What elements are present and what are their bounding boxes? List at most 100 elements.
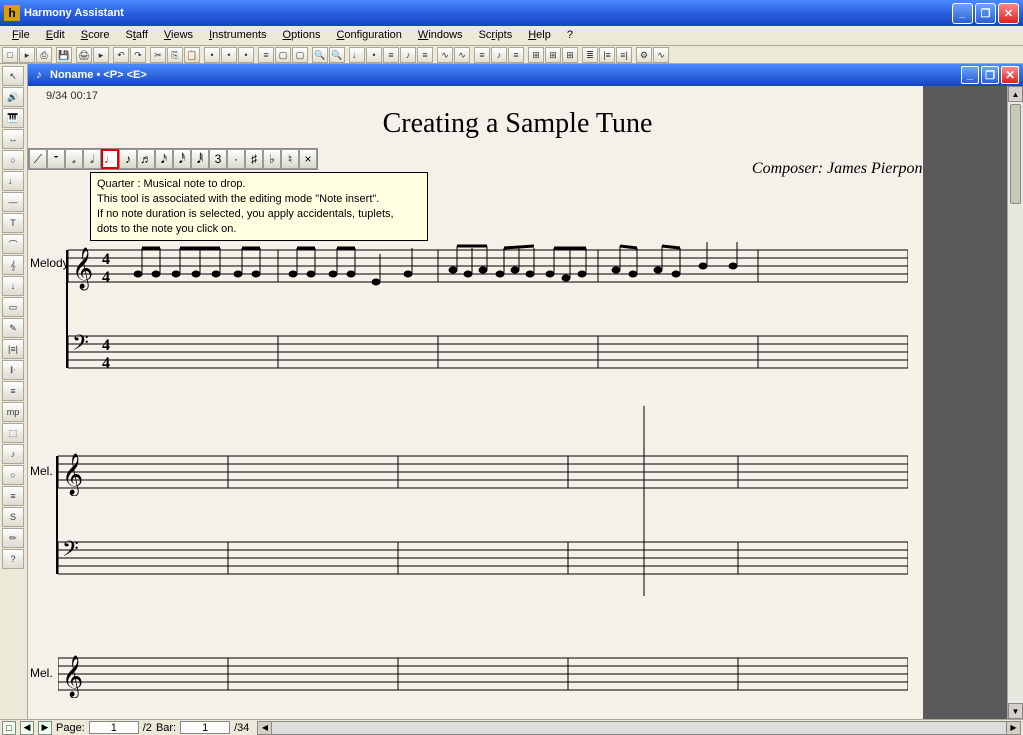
toolbar-button[interactable]: ♩ <box>349 47 365 63</box>
toolbar-button[interactable]: ⊞ <box>545 47 561 63</box>
sidebar-tool-button[interactable]: ▭ <box>2 297 24 317</box>
sidebar-tool-button[interactable]: ○ <box>2 465 24 485</box>
toolbar-button[interactable]: • <box>366 47 382 63</box>
toolbar-button[interactable]: 🔍 <box>329 47 345 63</box>
toolbar-button[interactable]: 🔍 <box>312 47 328 63</box>
staff-system2-treble[interactable]: 𝄞 <box>58 448 908 496</box>
toolbar-button[interactable]: ≡| <box>616 47 632 63</box>
sidebar-tool-button[interactable]: |≡| <box>2 339 24 359</box>
menu-views[interactable]: Views <box>156 28 201 43</box>
toolbar-button[interactable]: ⎙ <box>36 47 52 63</box>
sidebar-tool-button[interactable]: ↓ <box>2 276 24 296</box>
vertical-scrollbar[interactable]: ▲ ▼ <box>1007 86 1023 719</box>
menu-question[interactable]: ? <box>559 28 581 43</box>
menu-configuration[interactable]: Configuration <box>328 28 409 43</box>
sidebar-tool-button[interactable]: 🔊 <box>2 87 24 107</box>
toolbar-button[interactable]: ∿ <box>454 47 470 63</box>
status-prev-icon[interactable]: ◀ <box>20 721 34 735</box>
menu-help[interactable]: Help <box>520 28 559 43</box>
toolbar-button[interactable]: 💾 <box>56 47 72 63</box>
toolbar-button[interactable]: ⊞ <box>528 47 544 63</box>
score-page[interactable]: 9/34 00:17 Creating a Sample Tune Compos… <box>28 86 1007 719</box>
toolbar-button[interactable]: ≡ <box>508 47 524 63</box>
doc-maximize-button[interactable]: ❐ <box>981 66 999 84</box>
sidebar-tool-button[interactable]: ♪ <box>2 444 24 464</box>
toolbar-button[interactable]: 🖨 <box>76 47 92 63</box>
note-duration-button[interactable]: ♪ <box>119 149 137 169</box>
toolbar-button[interactable]: ↶ <box>113 47 129 63</box>
note-duration-button[interactable]: 𝅘𝅥𝅱 <box>191 149 209 169</box>
menu-scripts[interactable]: Scripts <box>471 28 521 43</box>
toolbar-button[interactable]: ≡ <box>383 47 399 63</box>
staff-system2-bass[interactable]: 𝄢 <box>58 534 908 582</box>
toolbar-button[interactable]: • <box>221 47 237 63</box>
sidebar-tool-button[interactable]: S <box>2 507 24 527</box>
toolbar-button[interactable]: □ <box>2 47 18 63</box>
sidebar-tool-button[interactable]: ✎ <box>2 318 24 338</box>
sidebar-tool-button[interactable]: 𝄞 <box>2 255 24 275</box>
menu-file[interactable]: File <box>4 28 38 43</box>
toolbar-button[interactable]: ∿ <box>437 47 453 63</box>
toolbar-button[interactable]: ∿ <box>653 47 669 63</box>
sidebar-tool-button[interactable]: ↔ <box>2 129 24 149</box>
toolbar-button[interactable]: ♪ <box>491 47 507 63</box>
sidebar-tool-button[interactable]: — <box>2 192 24 212</box>
toolbar-button[interactable]: • <box>238 47 254 63</box>
toolbar-button[interactable]: ≣ <box>582 47 598 63</box>
toolbar-button[interactable]: ≡ <box>474 47 490 63</box>
sidebar-tool-button[interactable]: 🎹 <box>2 108 24 128</box>
menu-windows[interactable]: Windows <box>410 28 471 43</box>
note-duration-button[interactable]: ♬ <box>137 149 155 169</box>
menu-score[interactable]: Score <box>73 28 118 43</box>
bar-input[interactable] <box>180 721 230 734</box>
sidebar-tool-button[interactable]: mp <box>2 402 24 422</box>
note-duration-button[interactable]: 𝅘𝅥𝅰 <box>173 149 191 169</box>
close-button[interactable]: ✕ <box>998 3 1019 24</box>
note-duration-button[interactable]: 𝄻 <box>47 149 65 169</box>
page-input[interactable] <box>89 721 139 734</box>
scroll-up-icon[interactable]: ▲ <box>1008 86 1023 102</box>
toolbar-button[interactable]: ⎘ <box>167 47 183 63</box>
sidebar-tool-button[interactable]: ♩ <box>2 171 24 191</box>
horizontal-scrollbar[interactable]: ◀ ▶ <box>257 721 1021 735</box>
toolbar-button[interactable]: ⚙ <box>636 47 652 63</box>
staff-melody-bass[interactable]: 𝄢 4 4 <box>68 328 908 376</box>
menu-instruments[interactable]: Instruments <box>201 28 274 43</box>
toolbar-button[interactable]: ⊞ <box>562 47 578 63</box>
note-duration-button[interactable]: ⟋ <box>29 149 47 169</box>
hscroll-right-icon[interactable]: ▶ <box>1006 722 1020 734</box>
toolbar-button[interactable]: ≡ <box>417 47 433 63</box>
maximize-button[interactable]: ❐ <box>975 3 996 24</box>
scroll-down-icon[interactable]: ▼ <box>1008 703 1023 719</box>
toolbar-button[interactable]: ✂ <box>150 47 166 63</box>
note-duration-button[interactable]: ♭ <box>263 149 281 169</box>
sidebar-tool-button[interactable]: T <box>2 213 24 233</box>
toolbar-button[interactable]: • <box>204 47 220 63</box>
menu-edit[interactable]: Edit <box>38 28 73 43</box>
status-icon[interactable]: □ <box>2 721 16 735</box>
menu-options[interactable]: Options <box>275 28 329 43</box>
sidebar-tool-button[interactable]: ⌒ <box>2 234 24 254</box>
scroll-thumb[interactable] <box>1010 104 1021 204</box>
toolbar-button[interactable]: ▢ <box>275 47 291 63</box>
toolbar-button[interactable]: |≡ <box>599 47 615 63</box>
status-next-icon[interactable]: ▶ <box>38 721 52 735</box>
note-duration-button[interactable]: 𝅘𝅥𝅯 <box>155 149 173 169</box>
minimize-button[interactable]: _ <box>952 3 973 24</box>
toolbar-button[interactable]: ▢ <box>292 47 308 63</box>
sidebar-tool-button[interactable]: 𝄆 <box>2 360 24 380</box>
note-duration-button[interactable]: 3 <box>209 149 227 169</box>
sidebar-tool-button[interactable]: ↖ <box>2 66 24 86</box>
doc-close-button[interactable]: ✕ <box>1001 66 1019 84</box>
staff-system3-treble[interactable]: 𝄞 <box>58 650 908 698</box>
note-duration-button[interactable]: · <box>227 149 245 169</box>
menu-staff[interactable]: Staff <box>117 28 155 43</box>
note-duration-button[interactable]: ♩ <box>101 149 119 169</box>
doc-minimize-button[interactable]: _ <box>961 66 979 84</box>
note-duration-button[interactable]: ♯ <box>245 149 263 169</box>
note-duration-button[interactable]: 𝅗 <box>65 149 83 169</box>
note-duration-button[interactable]: × <box>299 149 317 169</box>
hscroll-left-icon[interactable]: ◀ <box>258 722 272 734</box>
sidebar-tool-button[interactable]: ? <box>2 549 24 569</box>
toolbar-button[interactable]: ♪ <box>400 47 416 63</box>
